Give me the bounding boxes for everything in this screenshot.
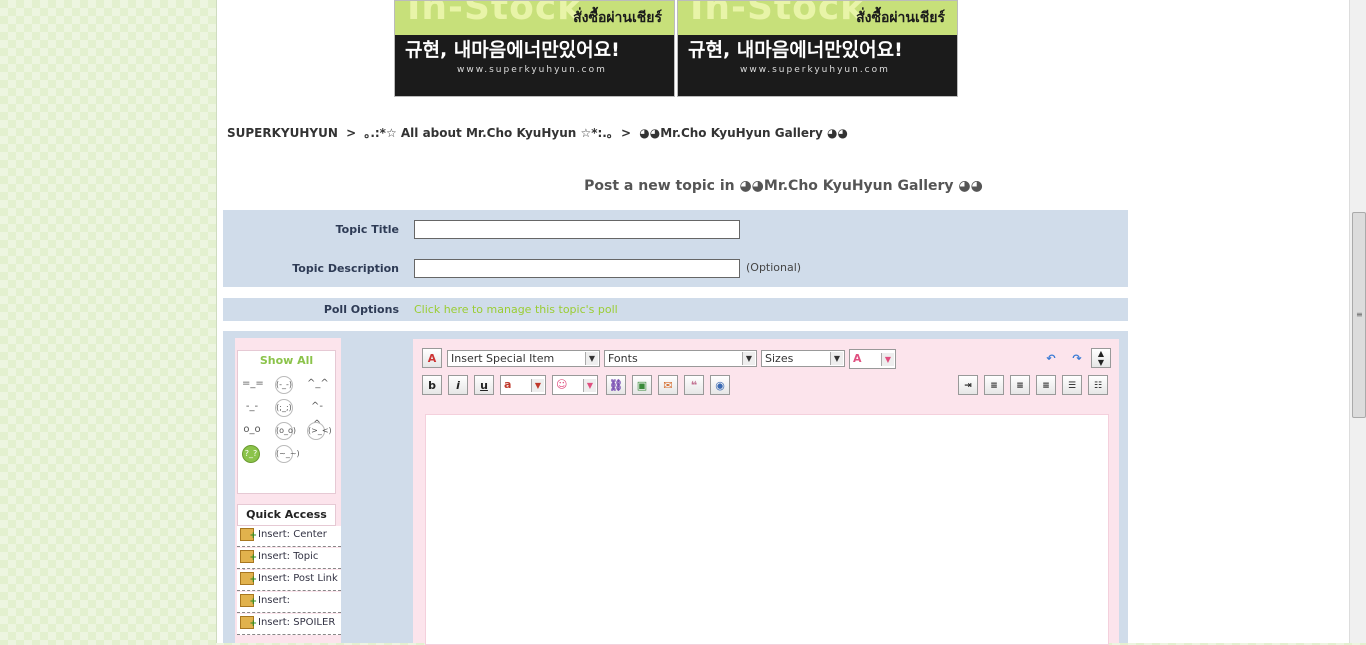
page-title: Post a new topic in ◕◕Mr.Cho KyuHyun Gal… (584, 178, 983, 194)
emoticon[interactable]: ^-^ (307, 398, 327, 430)
emoticon[interactable]: (-_-) (275, 376, 293, 394)
quick-access-item[interactable]: Insert: SPOILER (237, 614, 341, 635)
banner-heading: In-Stock (690, 0, 866, 28)
sizes-select[interactable]: Sizes ▼ (761, 350, 845, 367)
ordered-list-icon[interactable]: ☰ (1062, 375, 1082, 395)
unordered-list-icon[interactable]: ☷ (1088, 375, 1108, 395)
breadcrumb-separator: > (346, 126, 357, 140)
banner-url: www.superkyuhyun.com (457, 65, 607, 75)
insert-email-icon[interactable]: ✉ (658, 375, 678, 395)
banner-1[interactable]: In-Stock สั่งซื้อผ่านเชียร์ 규현, 내마음에너만있어… (394, 0, 675, 97)
breadcrumb-category[interactable]: ｡.:*☆ All about Mr.Cho KyuHyun ☆*:.｡ (364, 126, 613, 140)
quick-access-item[interactable]: Insert: Post Link (237, 570, 341, 591)
poll-options-label: Poll Options (323, 303, 399, 316)
editor-panel: A Insert Special Item ▼ Fonts ▼ Sizes ▼ A ▼ … (413, 339, 1119, 645)
breadcrumb-separator: > (621, 126, 632, 140)
topic-description-input[interactable] (414, 259, 740, 278)
italic-button[interactable]: i (448, 375, 468, 395)
quick-access-title: Quick Access (237, 504, 336, 526)
message-editor[interactable] (425, 414, 1109, 645)
sizes-label: Sizes (765, 352, 794, 365)
optional-note: (Optional) (746, 261, 802, 274)
emoticon[interactable]: (o_o) (275, 422, 296, 440)
emoticon[interactable]: ?_? (242, 445, 260, 463)
quick-access-label: Insert: Post Link (258, 573, 338, 584)
redo-icon[interactable]: ↷ (1067, 349, 1087, 369)
banner-heading: In-Stock (407, 0, 583, 28)
quick-access-label: Insert: SPOILER (258, 617, 336, 628)
banner-url: www.superkyuhyun.com (740, 65, 890, 75)
quick-access-item[interactable]: Insert: Topic Link (237, 548, 341, 580)
insert-link-icon[interactable]: ⛓ (606, 375, 626, 395)
emoticon[interactable]: -_- (242, 398, 262, 416)
banner-thai-text: สั่งซื้อผ่านเชียร์ (856, 10, 945, 26)
indent-icon[interactable]: ⇥ (958, 375, 978, 395)
breadcrumb-forum[interactable]: ◕◕Mr.Cho KyuHyun Gallery ◕◕ (639, 126, 848, 140)
editor-area: Show All =_= (-_-) ^_^ -_- (;_;) ^-^ o_o… (223, 331, 1128, 645)
insert-special-item-select[interactable]: Insert Special Item ▼ (447, 350, 600, 367)
page-scrollbar[interactable]: ≡ (1349, 0, 1366, 643)
banner-korean-text: 규현, 내마음에너만있어요! (405, 39, 620, 61)
topic-form: Topic Title Topic Description (Optional) (223, 210, 1128, 287)
quick-access-item[interactable]: Insert: CODEBOX (237, 592, 341, 624)
undo-icon[interactable]: ↶ (1041, 349, 1061, 369)
fonts-label: Fonts (608, 352, 638, 365)
gift-add-icon (240, 615, 257, 633)
topic-title-label: Topic Title (335, 223, 399, 236)
insert-media-icon[interactable]: ◉ (710, 375, 730, 395)
chevron-down-icon: ▼ (583, 379, 596, 392)
gift-add-icon (240, 549, 257, 567)
grip-icon: ≡ (1356, 310, 1363, 319)
poll-options: Poll Options Click here to manage this t… (223, 298, 1128, 321)
align-center-icon[interactable]: ≡ (1010, 375, 1030, 395)
remove-format-icon[interactable]: A (422, 348, 442, 368)
gift-add-icon (240, 571, 257, 589)
emoticon[interactable]: o_o (242, 421, 262, 439)
emoticon[interactable]: (>_<) (307, 422, 332, 440)
align-right-icon[interactable]: ≡ (1036, 375, 1056, 395)
insert-special-item-label: Insert Special Item (451, 352, 555, 365)
align-left-icon[interactable]: ≡ (984, 375, 1004, 395)
breadcrumb: SUPERKYUHYUN > ｡.:*☆ All about Mr.Cho Ky… (227, 124, 852, 141)
emoticon[interactable]: (;_;) (275, 399, 293, 417)
fonts-select[interactable]: Fonts ▼ (604, 350, 757, 367)
emoticon[interactable]: (~_~) (275, 445, 300, 463)
editor-sidebar: Show All =_= (-_-) ^_^ -_- (;_;) ^-^ o_o… (235, 338, 341, 643)
chevron-down-icon: ▼ (585, 352, 598, 365)
quick-access-item[interactable]: Insert: Center (237, 526, 341, 547)
emoticon[interactable]: ^_^ (307, 375, 329, 393)
insert-image-icon[interactable]: ▣ (632, 375, 652, 395)
chevron-down-icon: ▼ (881, 353, 894, 366)
highlight-color-icon[interactable]: a ▼ (500, 375, 546, 395)
breadcrumb-home[interactable]: SUPERKYUHYUN (227, 126, 338, 140)
emoticon[interactable]: =_= (242, 375, 264, 393)
underline-button[interactable]: u (474, 375, 494, 395)
banner-thai-text: สั่งซื้อผ่านเชียร์ (573, 10, 662, 26)
smiley-icon[interactable]: ☺ ▼ (552, 375, 598, 395)
topic-title-input[interactable] (414, 220, 740, 239)
scrollbar-thumb[interactable]: ≡ (1352, 212, 1366, 418)
banner-2[interactable]: In-Stock สั่งซื้อผ่านเชียร์ 규현, 내마음에너만있어… (677, 0, 958, 97)
chevron-down-icon: ▼ (830, 352, 843, 365)
show-all-link[interactable]: Show All (238, 354, 335, 367)
resize-editor-icon[interactable]: ▲ ▼ (1091, 348, 1111, 368)
gift-add-icon (240, 527, 257, 545)
banner-korean-text: 규현, 내마음에너만있어요! (688, 39, 903, 61)
text-color-icon[interactable]: A ▼ (849, 349, 896, 369)
chevron-down-icon: ▼ (742, 352, 755, 365)
quick-access-label: Insert: Center (258, 529, 327, 540)
manage-poll-link[interactable]: Click here to manage this topic's poll (414, 303, 618, 316)
gift-add-icon (240, 593, 257, 611)
bold-button[interactable]: b (422, 375, 442, 395)
topic-description-label: Topic Description (292, 262, 399, 275)
insert-quote-icon[interactable]: ❝ (684, 375, 704, 395)
chevron-down-icon: ▼ (531, 379, 544, 392)
emoticon-panel: Show All =_= (-_-) ^_^ -_- (;_;) ^-^ o_o… (237, 350, 336, 494)
page-content: In-Stock สั่งซื้อผ่านเชียร์ 규현, 내마음에너만있어… (216, 0, 1351, 645)
